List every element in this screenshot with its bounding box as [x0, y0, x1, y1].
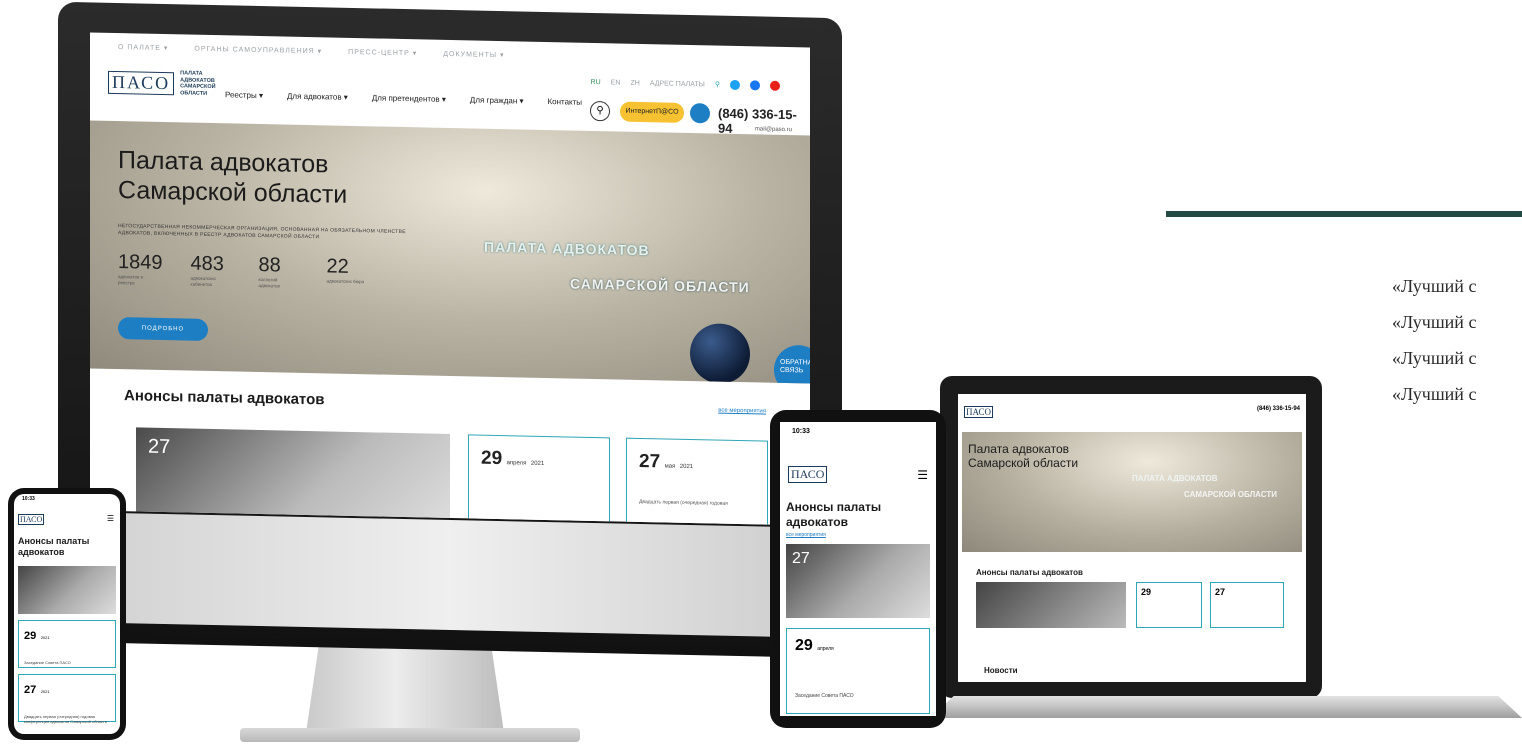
tablet-time: 10:33	[792, 428, 810, 435]
tablet-screen: 10:33 ПАСО ☰ Анонсы палаты адвокатов все…	[780, 422, 936, 716]
nav-for-lawyers[interactable]: Для адвокатов ▾	[287, 92, 348, 102]
awards-list: «Лучший с «Лучший с «Лучший с «Лучший с	[1392, 268, 1522, 412]
location-pin-icon[interactable]: ⚲	[715, 81, 720, 89]
search-icon[interactable]: ⚲	[590, 100, 610, 122]
twitter-icon[interactable]	[730, 79, 740, 91]
topnav-item-governance[interactable]: ОРГАНЫ САМОУПРАВЛЕНИЯ ▾	[194, 45, 322, 56]
top-right-bar: RU EN ZH АДРЕС ПАЛАТЫ ⚲	[591, 77, 780, 91]
top-nav: О ПАЛАТЕ ▾ ОРГАНЫ САМОУПРАВЛЕНИЯ ▾ ПРЕСС…	[118, 43, 505, 59]
topnav-item-documents[interactable]: ДОКУМЕНТЫ ▾	[443, 50, 504, 59]
phone-menu-icon[interactable]: ☰	[107, 514, 114, 523]
internet-paso-button[interactable]: ИнтернетП@СО	[620, 101, 684, 123]
topnav-item-about[interactable]: О ПАЛАТЕ ▾	[118, 43, 168, 52]
hero-title: Палата адвокатов Самарской области	[118, 146, 348, 209]
award-item: «Лучший с	[1392, 348, 1477, 368]
phone-card-photo[interactable]	[18, 566, 116, 614]
announcement-card[interactable]: 27 мая 2021 Двадцать первая (очередная) …	[626, 437, 768, 526]
stat-bureaus: 22 адвокатских бюро	[326, 255, 365, 285]
laptop-card: 29	[1136, 582, 1202, 628]
nav-registries[interactable]: Реестры ▾	[225, 90, 263, 100]
imac-chin	[58, 511, 842, 639]
topnav-item-press[interactable]: ПРЕСС-ЦЕНТР ▾	[348, 48, 417, 57]
lang-ru[interactable]: RU	[591, 78, 601, 85]
award-item: «Лучший с	[1392, 384, 1477, 404]
award-item: «Лучший с	[1392, 276, 1477, 296]
announcement-card-photo[interactable]: 27	[136, 427, 450, 524]
facebook-icon[interactable]	[750, 80, 760, 91]
stats-row: 1849 адвокатов в реестре 483 адвокатских к…	[118, 251, 367, 291]
phone-title: Анонсы палаты адвокатов	[18, 536, 90, 557]
lang-zh[interactable]: ZH	[630, 79, 639, 86]
laptop-card: 27	[1210, 582, 1284, 628]
phone-card[interactable]: 27 2021 Двадцать первая (очередная) годо…	[18, 674, 116, 724]
youtube-icon[interactable]	[770, 80, 780, 91]
tablet-card[interactable]: 29 апреля Заседание Совета ПАСО	[786, 628, 930, 714]
tablet-logo-mark: ПАСО	[788, 466, 828, 483]
feedback-button[interactable]: ОБРАТНАЯ СВЯЗЬ	[774, 344, 810, 384]
email-link[interactable]: mail@paso.ru	[755, 126, 792, 133]
laptop-logo-mark: ПАСО	[964, 406, 994, 418]
laptop-phone: (846) 336-15-94	[1256, 406, 1300, 412]
phone-number[interactable]: (846) 336-15-94	[718, 106, 810, 138]
phone-screen: 10:33 ПАСО ☰ Анонсы палаты адвокатов 29 …	[14, 494, 120, 734]
phone-logo-mark: ПАСО	[18, 514, 45, 525]
all-events-link[interactable]: все мероприятия	[718, 408, 766, 415]
hero-subtitle: НЕГОСУДАРСТВЕННАЯ НЕКОММЕРЧЕСКАЯ ОРГАНИЗ…	[118, 223, 406, 241]
stat-offices: 483 адвокатских кабинетов	[190, 252, 224, 288]
laptop-hero: Палата адвокатов Самарской области ПАЛАТ…	[962, 432, 1302, 552]
address-link[interactable]: АДРЕС ПАЛАТЫ	[650, 80, 705, 88]
wall-sign-line1: ПАЛАТА АДВОКАТОВ	[484, 238, 650, 259]
wall-sign-line2: САМАРСКОЙ ОБЛАСТИ	[570, 275, 750, 296]
hero-banner: Палата адвокатов Самарской области НЕГОС…	[90, 120, 810, 384]
imac-stand-foot	[240, 728, 580, 742]
nav-contacts[interactable]: Контакты	[548, 97, 583, 107]
accent-divider	[1166, 211, 1522, 217]
more-button[interactable]: ПОДРОБНО	[118, 317, 208, 341]
laptop-wall-line2: САМАРСКОЙ ОБЛАСТИ	[1184, 490, 1277, 499]
nav-for-citizens[interactable]: Для граждан ▾	[470, 95, 524, 105]
laptop-card-photo	[976, 582, 1126, 628]
laptop-screen: ПАСО (846) 336-15-94 Палата адвокатов Са…	[958, 394, 1306, 682]
tablet-all-events-link[interactable]: все мероприятия	[786, 532, 826, 538]
announcement-card[interactable]: 29 апреля 2021	[468, 434, 610, 526]
phone-icon[interactable]	[690, 103, 710, 124]
globe-image	[690, 323, 750, 384]
menu-icon[interactable]: ☰	[917, 468, 928, 482]
laptop-base	[930, 696, 1522, 718]
main-nav: Реестры ▾ Для адвокатов ▾ Для претендент…	[225, 90, 582, 106]
card-date-day: 27	[148, 435, 171, 459]
laptop-wall-line1: ПАЛАТА АДВОКАТОВ	[1132, 474, 1218, 483]
phone-time: 10:33	[22, 496, 35, 502]
nav-for-applicants[interactable]: Для претендентов ▾	[372, 93, 446, 104]
desktop-screen: О ПАЛАТЕ ▾ ОРГАНЫ САМОУПРАВЛЕНИЯ ▾ ПРЕСС…	[90, 32, 810, 526]
award-item: «Лучший с	[1392, 312, 1477, 332]
stat-lawyers: 1849 адвокатов в реестре	[118, 251, 163, 286]
laptop-news-title: Новости	[984, 666, 1018, 675]
logo-mark: ПАСО	[108, 70, 175, 95]
showcase: «Лучший с «Лучший с «Лучший с «Лучший с …	[0, 0, 1522, 744]
site-logo[interactable]: ПАСО ПАЛАТА АДВОКАТОВ САМАРСКОЙ ОБЛАСТИ	[108, 69, 232, 98]
laptop-announcements-title: Анонсы палаты адвокатов	[976, 568, 1083, 577]
tablet-card-photo[interactable]: 27	[786, 544, 930, 618]
announcements-title: Анонсы палаты адвокатов	[124, 387, 325, 409]
phone-card[interactable]: 29 2021 Заседание Совета ПАСО	[18, 620, 116, 668]
laptop-hero-title: Палата адвокатов Самарской области	[968, 442, 1079, 470]
lang-en[interactable]: EN	[611, 79, 621, 86]
tablet-title: Анонсы палаты адвокатов	[786, 500, 882, 529]
stat-colleges: 88 коллегий адвокатов	[258, 253, 281, 289]
